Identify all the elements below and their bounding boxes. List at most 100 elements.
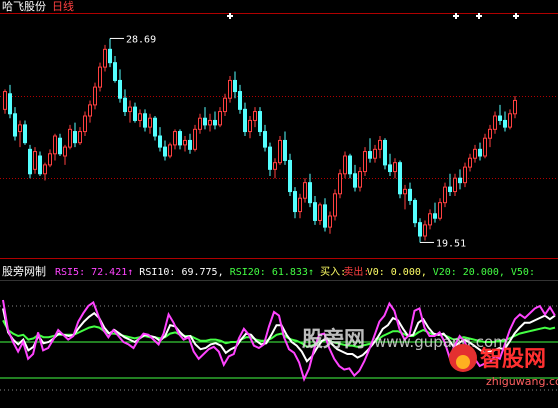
indicator-legend: RSI5: 72.421↑ RSI10: 69.775, RSI20: 61.833… — [55, 265, 535, 278]
logo-url: zhiguwang.com — [486, 375, 558, 388]
candle-up — [103, 48, 107, 68]
candle-down — [123, 97, 127, 113]
candle-up — [278, 139, 282, 164]
candle-down — [133, 106, 137, 121]
candle-up — [423, 224, 427, 237]
candle-down — [73, 131, 77, 144]
candle-up — [428, 213, 432, 226]
legend-item: V0: 0.000, — [367, 267, 427, 278]
candle-up — [488, 128, 492, 139]
candle-up — [298, 197, 302, 213]
candle-down — [288, 159, 292, 193]
candle-down — [143, 113, 147, 128]
candle-down — [118, 79, 122, 99]
period-label: 日线 — [52, 0, 74, 13]
candle-up — [333, 193, 337, 217]
candle-up — [193, 128, 197, 150]
candle-up — [473, 148, 477, 159]
candle-up — [303, 182, 307, 199]
candle-up — [173, 131, 177, 146]
candle-up — [78, 131, 82, 144]
candle-down — [158, 135, 162, 148]
candle-down — [263, 131, 267, 148]
candle-down — [113, 62, 117, 81]
candle-down — [458, 177, 462, 184]
candle-down — [13, 113, 17, 137]
candle-down — [418, 222, 422, 237]
candle-up — [328, 215, 332, 228]
candle-up — [508, 113, 512, 128]
candle-up — [393, 162, 397, 173]
candle-up — [318, 204, 322, 221]
candle-up — [138, 113, 142, 121]
candle-down — [408, 188, 412, 201]
candle-down — [348, 155, 352, 175]
candle-down — [163, 146, 167, 157]
candle-up — [248, 119, 252, 133]
candle-down — [293, 191, 297, 213]
candle-up — [223, 97, 227, 113]
candle-up — [218, 111, 222, 126]
stock-chart-canvas: 哈飞股份 日线 28.69 19.51 股旁网制 RSI5: 72.421↑ RS… — [0, 0, 558, 408]
candle-up — [3, 91, 7, 110]
candle-down — [153, 117, 157, 137]
candle-up — [53, 135, 57, 155]
candle-up — [403, 188, 407, 195]
candle-down — [308, 182, 312, 204]
candle-down — [38, 155, 42, 175]
legend-item: RSI20: 61.833↑ — [230, 267, 314, 278]
candle-down — [258, 111, 262, 133]
low-price-label: 19.51 — [436, 238, 466, 249]
candle-up — [93, 86, 97, 106]
candle-up — [463, 166, 467, 184]
candle-down — [388, 164, 392, 173]
candle-up — [513, 99, 517, 115]
candle-up — [98, 66, 102, 88]
candle-down — [383, 139, 387, 166]
candle-up — [128, 106, 132, 113]
candle-up — [43, 164, 47, 175]
candle-up — [493, 115, 497, 130]
candle-up — [208, 119, 212, 126]
legend-item: 买入: — [320, 266, 346, 278]
candle-up — [228, 79, 232, 99]
candle-down — [243, 108, 247, 133]
candle-down — [23, 124, 27, 144]
legend-item: 卖出: — [343, 265, 369, 278]
candle-up — [33, 151, 37, 170]
candle-up — [273, 162, 277, 170]
candle-down — [368, 151, 372, 159]
candle-up — [168, 144, 172, 157]
candle-up — [373, 148, 377, 159]
candle-up — [148, 117, 152, 128]
candle-up — [483, 137, 487, 157]
candle-up — [198, 117, 202, 130]
candle-down — [8, 93, 12, 115]
candle-up — [343, 155, 347, 175]
candle-down — [203, 117, 207, 126]
candle-down — [323, 204, 327, 228]
indicator-name: 股旁网制 — [2, 264, 46, 278]
logo-flame-core-icon — [456, 355, 470, 369]
candle-down — [238, 91, 242, 110]
watermark-site-cn: 股旁网 — [302, 327, 365, 351]
candle-up — [438, 202, 442, 219]
candle-down — [213, 119, 217, 126]
candle-down — [478, 148, 482, 157]
legend-item: V50: — [511, 267, 535, 278]
candle-down — [268, 146, 272, 170]
candle-down — [433, 213, 437, 219]
candle-up — [453, 177, 457, 193]
candle-down — [58, 137, 62, 155]
candle-down — [398, 162, 402, 195]
logo-text: 智股网 — [480, 346, 546, 372]
legend-item: RSI5: 72.421↑ — [55, 267, 133, 278]
candle-up — [63, 146, 67, 157]
candle-down — [353, 173, 357, 188]
candle-down — [28, 148, 32, 175]
candle-up — [18, 124, 22, 133]
high-price-label: 28.69 — [126, 34, 156, 45]
candle-up — [68, 128, 72, 148]
legend-item: V20: 20.000, — [433, 267, 505, 278]
candle-down — [448, 186, 452, 193]
